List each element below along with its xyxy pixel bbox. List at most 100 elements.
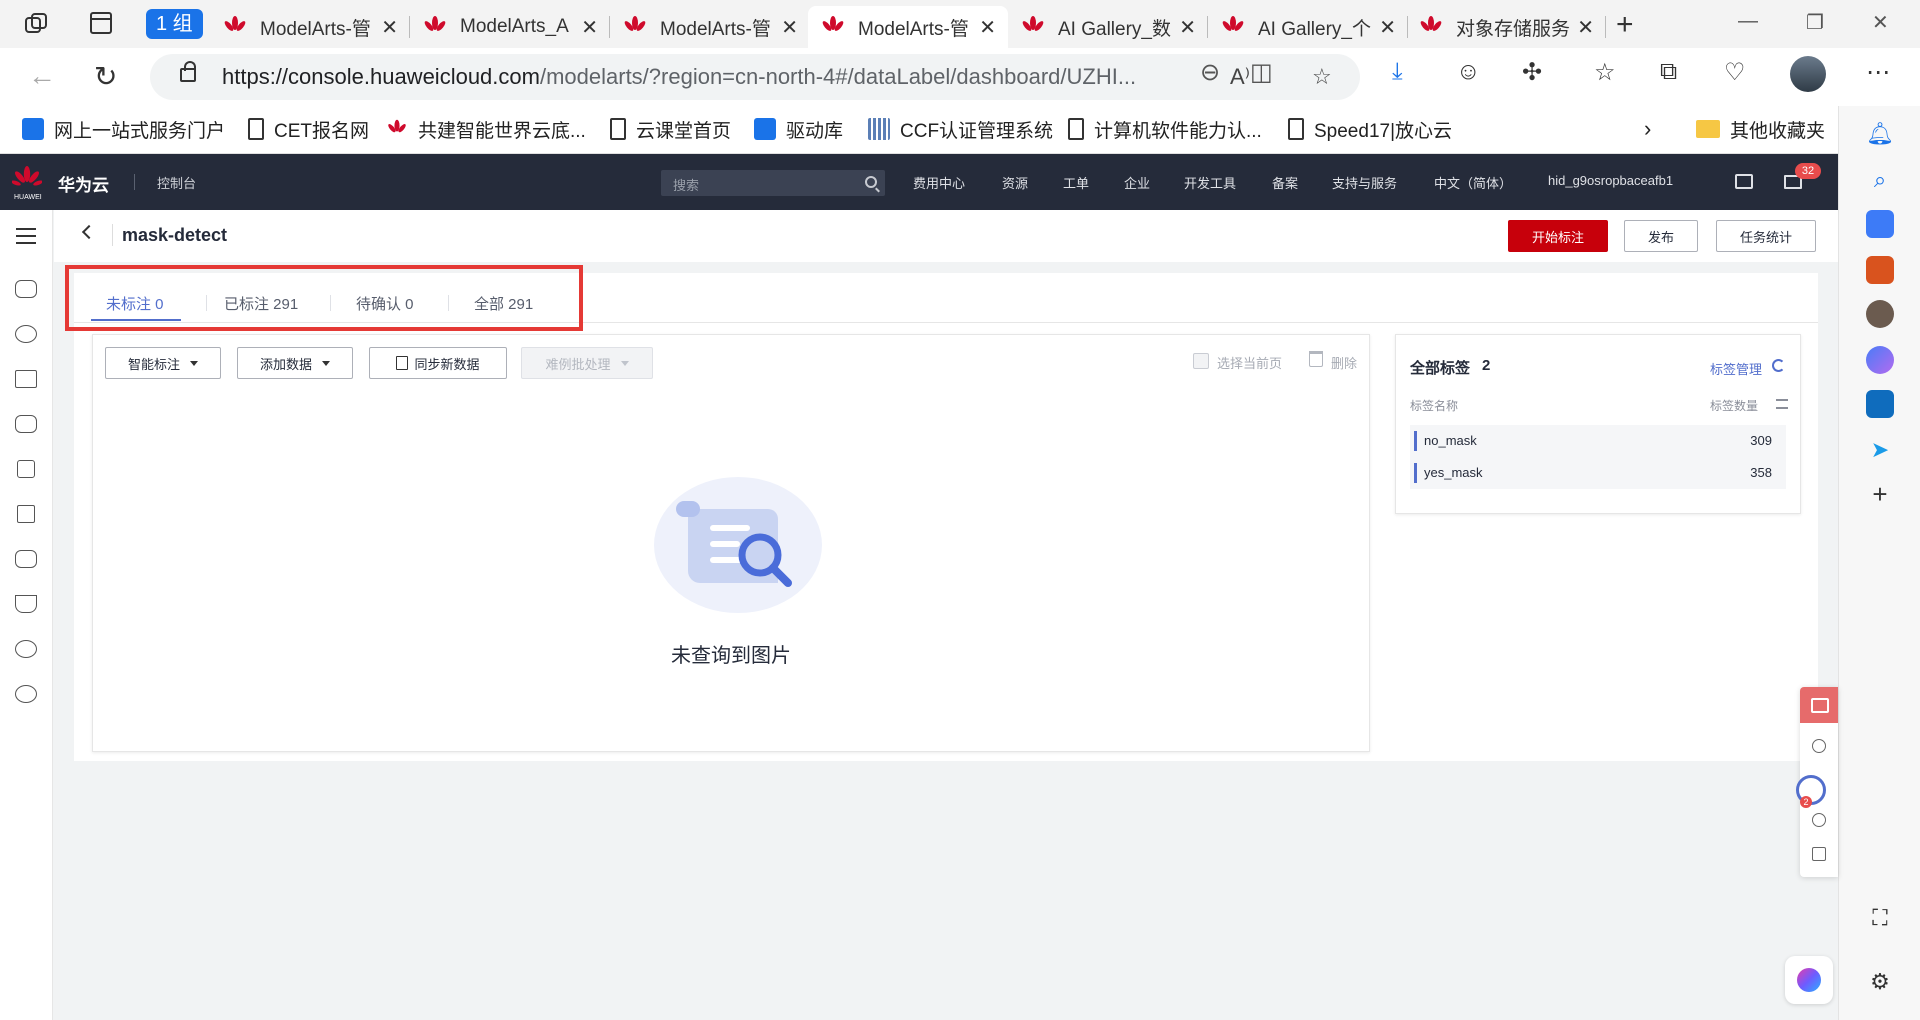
smart-labeling-dropdown[interactable]: 智能标注 bbox=[105, 347, 221, 379]
more-menu-icon[interactable]: ⋯ bbox=[1866, 58, 1890, 87]
browser-tab[interactable]: 对象存储服务 ✕ bbox=[1406, 6, 1606, 48]
collections-icon[interactable]: ⧉ bbox=[1660, 58, 1677, 86]
url-text[interactable]: https://console.huaweicloud.com/modelart… bbox=[222, 64, 1136, 90]
close-icon[interactable]: ✕ bbox=[1379, 15, 1396, 40]
browser-tab[interactable]: ModelArts_A ✕ bbox=[410, 6, 610, 48]
download-icon[interactable]: ⤓ bbox=[1392, 58, 1403, 86]
browser-tab[interactable]: AI Gallery_个 ✕ bbox=[1208, 6, 1408, 48]
brand-name[interactable]: 华为云 bbox=[58, 171, 109, 196]
copilot-icon[interactable] bbox=[1866, 346, 1894, 374]
database-icon[interactable] bbox=[17, 460, 35, 478]
browser-tab[interactable]: AI Gallery_数 ✕ bbox=[1008, 6, 1208, 48]
browser-tab[interactable]: ModelArts-管 ✕ bbox=[610, 6, 810, 48]
bookmark-item[interactable]: Speed17|放心云 bbox=[1288, 114, 1452, 144]
nav-enterprise[interactable]: 企业 bbox=[1124, 173, 1150, 192]
favorites-list-icon[interactable]: ☆ bbox=[1594, 58, 1616, 87]
console-link[interactable]: 控制台 bbox=[157, 173, 196, 192]
column-label-count[interactable]: 标签数量 bbox=[1710, 397, 1758, 414]
nav-icp[interactable]: 备案 bbox=[1272, 173, 1298, 192]
storage-icon[interactable] bbox=[15, 415, 37, 433]
games-icon[interactable] bbox=[1866, 300, 1894, 328]
label-row[interactable]: yes_mask 358 bbox=[1410, 457, 1786, 489]
outlook-icon[interactable] bbox=[1866, 390, 1894, 418]
tab-actions-icon[interactable] bbox=[90, 12, 112, 34]
lock-icon[interactable] bbox=[180, 61, 196, 82]
smile-icon[interactable] bbox=[1812, 739, 1826, 753]
nav-billing[interactable]: 费用中心 bbox=[913, 173, 965, 192]
checklist-icon[interactable] bbox=[1812, 847, 1826, 861]
other-bookmarks-folder[interactable]: 其他收藏夹 bbox=[1696, 114, 1825, 144]
read-aloud-icon[interactable]: A⁾ bbox=[1230, 64, 1250, 90]
close-icon[interactable]: ✕ bbox=[979, 15, 996, 40]
bookmark-item[interactable]: 驱动库 bbox=[754, 114, 843, 144]
publish-button[interactable]: 发布 bbox=[1624, 220, 1698, 252]
sort-icon[interactable] bbox=[1776, 399, 1788, 409]
network-icon[interactable] bbox=[15, 370, 37, 388]
split-screen-icon[interactable]: ◫ bbox=[1250, 58, 1273, 87]
toolbox-icon[interactable] bbox=[1866, 256, 1894, 284]
minimize-icon[interactable]: — bbox=[1738, 10, 1758, 33]
refresh-icon[interactable] bbox=[1772, 359, 1785, 372]
new-tab-icon[interactable]: + bbox=[1616, 8, 1634, 42]
bookmark-item[interactable]: 网上一站式服务门户 bbox=[22, 114, 225, 144]
start-labeling-button[interactable]: 开始标注 bbox=[1508, 220, 1608, 252]
close-icon[interactable]: ✕ bbox=[381, 15, 398, 40]
bookmark-item[interactable]: 共建智能世界云底... bbox=[386, 114, 586, 144]
search-icon[interactable]: ⌕ bbox=[1866, 166, 1894, 194]
browser-tab[interactable]: ModelArts-管 ✕ bbox=[210, 6, 410, 48]
feedback-chat-icon[interactable] bbox=[1800, 687, 1838, 723]
browser-tab-active[interactable]: ModelArts-管 ✕ bbox=[808, 6, 1008, 48]
extensions-puzzle-icon[interactable]: ✣ bbox=[1522, 58, 1542, 87]
terminal-icon[interactable] bbox=[1735, 174, 1753, 189]
menu-hamburger-icon[interactable] bbox=[16, 228, 36, 244]
refresh-icon[interactable]: ↻ bbox=[94, 60, 117, 93]
send-icon[interactable]: ➤ bbox=[1866, 436, 1894, 464]
restore-icon[interactable]: ❐ bbox=[1806, 10, 1824, 35]
zoom-out-icon-2[interactable]: ⊖ bbox=[1200, 58, 1220, 87]
hard-example-dropdown[interactable]: 难例批处理 bbox=[521, 347, 653, 379]
console-search-input[interactable]: 搜索 bbox=[661, 170, 885, 196]
huawei-logo-icon[interactable] bbox=[12, 164, 42, 194]
cloud-icon[interactable] bbox=[15, 280, 37, 298]
address-bar[interactable]: https://console.huaweicloud.com/modelart… bbox=[150, 54, 1360, 100]
delete-button[interactable]: 删除 bbox=[1331, 353, 1357, 372]
search-icon[interactable] bbox=[865, 176, 877, 188]
close-icon[interactable]: ✕ bbox=[581, 15, 598, 40]
deploy-icon[interactable] bbox=[15, 595, 37, 613]
close-icon[interactable]: ✕ bbox=[1179, 15, 1196, 40]
back-arrow-icon[interactable]: ← bbox=[28, 60, 56, 92]
bookmark-item[interactable]: 云课堂首页 bbox=[610, 114, 731, 144]
close-icon[interactable]: ✕ bbox=[1577, 15, 1594, 40]
extension-avatar-icon[interactable]: ☺ bbox=[1456, 58, 1481, 86]
bookmark-item[interactable]: 计算机软件能力认... bbox=[1068, 114, 1262, 144]
bookmark-item[interactable]: CCF认证管理系统 bbox=[868, 114, 1053, 144]
bookmarks-overflow-icon[interactable]: › bbox=[1644, 114, 1651, 144]
tag-icon[interactable] bbox=[1866, 210, 1894, 238]
nav-language[interactable]: 中文（简体） bbox=[1434, 173, 1512, 192]
nav-username[interactable]: hid_g9osropbaceafb1 bbox=[1548, 173, 1673, 188]
service-icon[interactable] bbox=[15, 685, 37, 703]
workspaces-icon[interactable] bbox=[24, 12, 50, 36]
task-stats-button[interactable]: 任务统计 bbox=[1716, 220, 1816, 252]
back-chevron-icon[interactable] bbox=[81, 224, 97, 240]
select-page-checkbox[interactable] bbox=[1193, 353, 1209, 369]
tab-group-chip[interactable]: 1 组 bbox=[146, 9, 203, 39]
window-close-icon[interactable]: ✕ bbox=[1872, 10, 1889, 35]
globe-icon[interactable] bbox=[15, 640, 37, 658]
bell-icon[interactable]: 🔔︎ bbox=[1866, 120, 1894, 148]
document-icon[interactable] bbox=[17, 505, 35, 523]
add-data-dropdown[interactable]: 添加数据 bbox=[237, 347, 353, 379]
screenshot-icon[interactable]: ⛶ bbox=[1866, 904, 1894, 932]
trash-icon[interactable] bbox=[1309, 351, 1323, 367]
add-sidebar-icon[interactable]: + bbox=[1866, 479, 1894, 509]
profile-avatar[interactable] bbox=[1790, 56, 1826, 92]
bookmark-item[interactable]: CET报名网 bbox=[248, 114, 369, 144]
label-row[interactable]: no_mask 309 bbox=[1410, 425, 1786, 457]
favorite-star-icon[interactable]: ☆ bbox=[1312, 64, 1332, 90]
settings-gear-icon[interactable]: ⚙ bbox=[1866, 968, 1894, 996]
nav-support[interactable]: 支持与服务 bbox=[1332, 173, 1397, 192]
close-icon[interactable]: ✕ bbox=[781, 15, 798, 40]
nav-resources[interactable]: 资源 bbox=[1002, 173, 1028, 192]
nav-tickets[interactable]: 工单 bbox=[1063, 173, 1089, 192]
nav-dev-tools[interactable]: 开发工具 bbox=[1184, 173, 1236, 192]
